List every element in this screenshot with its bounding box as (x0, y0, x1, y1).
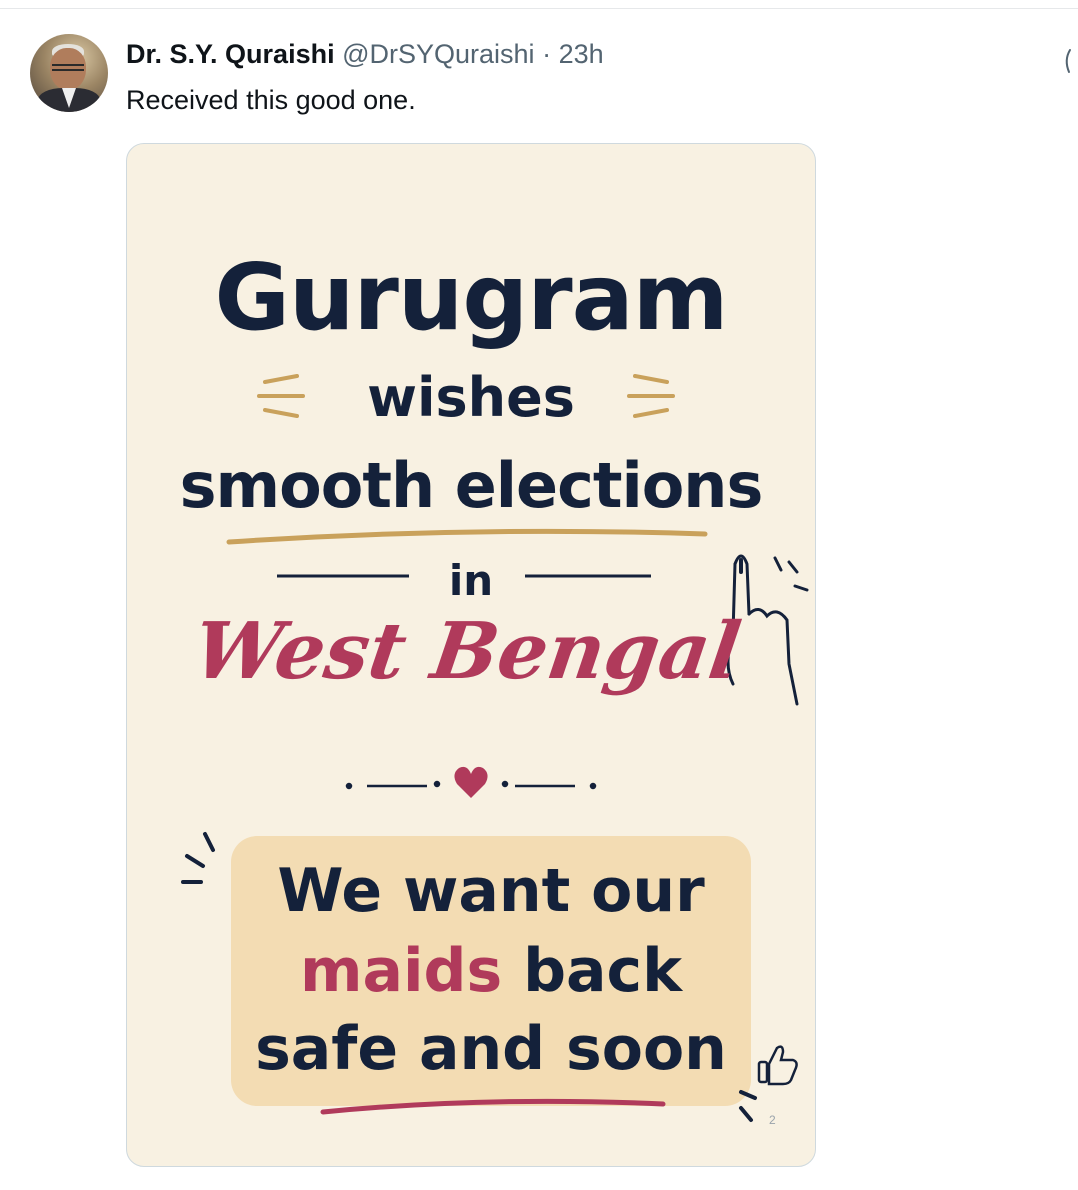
like-count: 2 (769, 1113, 776, 1127)
poster-overlay: 2 (320, 1045, 798, 1127)
tweet-header: Dr. S.Y. Quraishi @DrSYQuraishi · 23h (126, 36, 604, 72)
author-handle[interactable]: @DrSYQuraishi (342, 39, 534, 69)
more-icon[interactable] (1060, 46, 1078, 76)
tweet-image[interactable]: Gurugram wishes smooth elections in West… (126, 143, 816, 1167)
top-divider (0, 8, 1078, 9)
tweet-text: Received this good one. (126, 85, 416, 115)
author-name[interactable]: Dr. S.Y. Quraishi (126, 39, 335, 69)
timestamp[interactable]: 23h (559, 39, 604, 69)
avatar[interactable] (30, 34, 108, 112)
separator-dot: · (542, 39, 552, 69)
thumbs-up-icon (757, 1045, 798, 1086)
